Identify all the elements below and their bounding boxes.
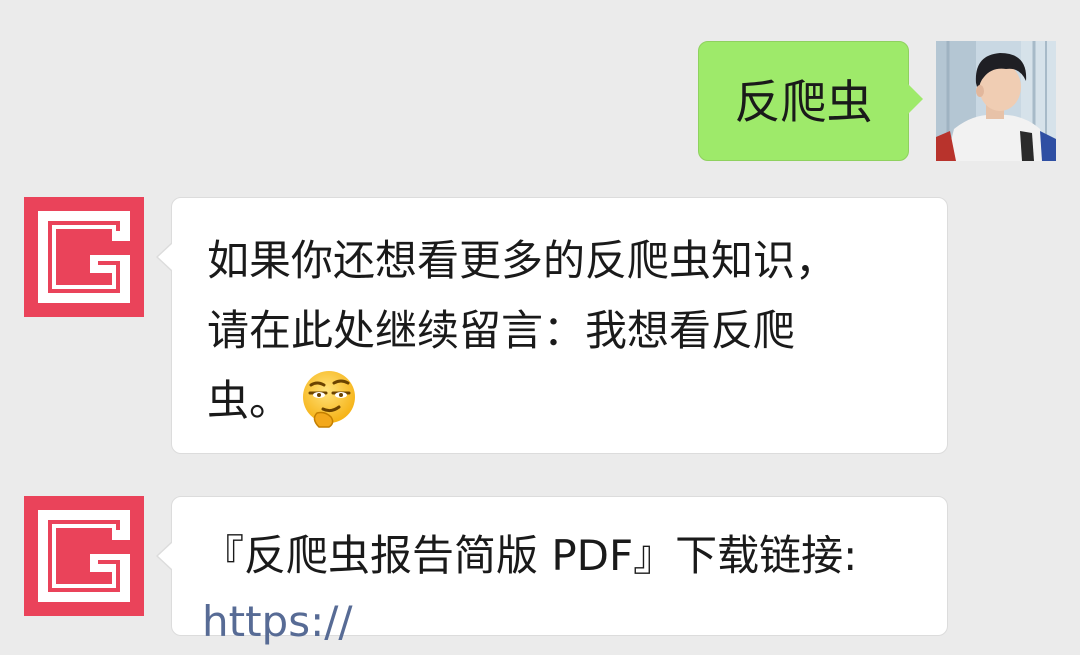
bot-avatar[interactable] (24, 496, 144, 616)
g-logo-icon (24, 197, 144, 317)
incoming-message-bubble[interactable]: 如果你还想看更多的反爬虫知识， 请在此处继续留言：我想看反爬 虫。 (156, 197, 948, 454)
incoming-message-bubble[interactable]: 『反爬虫报告简版 PDF』下载链接: https:// (156, 496, 948, 646)
g-logo-icon (24, 496, 144, 616)
user-avatar[interactable] (936, 41, 1056, 161)
bot-avatar[interactable] (24, 197, 144, 317)
message-text: 反爬虫 (734, 75, 873, 129)
thinking-smirk-emoji (303, 370, 356, 428)
user-photo-avatar (936, 41, 1056, 161)
download-link[interactable]: https:// (202, 589, 927, 655)
outgoing-message-bubble[interactable]: 反爬虫 (698, 41, 923, 161)
message-text: 『反爬虫报告简版 PDF』下载链接: (202, 531, 858, 580)
